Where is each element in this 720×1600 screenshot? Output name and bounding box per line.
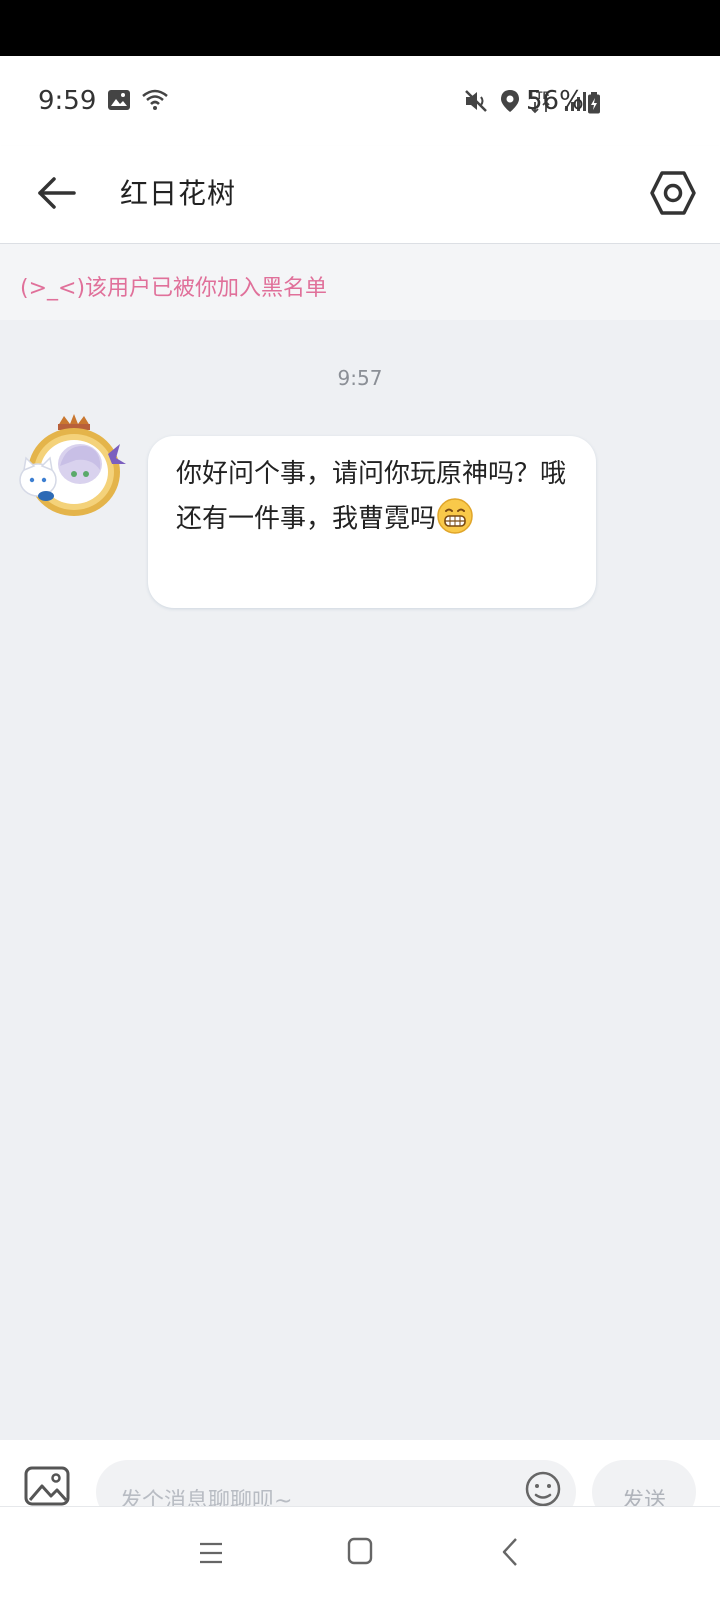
chat-title: 红日花树 — [120, 177, 237, 210]
status-time: 9:59 — [38, 86, 97, 116]
message-composer: 发送 — [0, 1440, 720, 1506]
message-bubble[interactable]: 你好问个事，请问你玩原神吗？哦还有一件事，我曹霓吗 — [148, 436, 596, 608]
back-icon[interactable] — [500, 1537, 520, 1567]
blacklist-notice: (>_<)该用户已被你加入黑名单 — [20, 276, 328, 301]
battery-percent: 56% — [526, 86, 584, 116]
arrow-left-icon[interactable] — [34, 170, 80, 216]
battery-icon — [588, 92, 600, 114]
status-left-icons — [107, 88, 169, 112]
image-icon — [108, 90, 130, 110]
status-bar: 9:59 LTE 56% — [0, 56, 720, 146]
home-icon[interactable] — [347, 1537, 373, 1565]
message-timestamp: 9:57 — [337, 366, 383, 390]
recents-icon[interactable] — [198, 1541, 224, 1565]
message-input[interactable] — [96, 1460, 576, 1506]
message-content: 你好问个事，请问你玩原神吗？哦还有一件事，我曹霓吗 — [176, 452, 568, 542]
grinning-face-emoji — [437, 498, 473, 534]
camera-cutout-bar — [0, 0, 720, 56]
chat-header: 红日花树 — [0, 146, 720, 244]
send-button[interactable]: 发送 — [592, 1460, 696, 1506]
smiley-icon[interactable] — [524, 1470, 562, 1506]
wifi-icon — [142, 89, 168, 110]
system-nav-bar — [0, 1506, 720, 1600]
chat-area[interactable]: 9:57 你好问个事，请问你玩原神吗？哦还有一件事，我曹霓吗 — [0, 320, 720, 1440]
location-icon — [501, 90, 519, 112]
hexagon-settings-icon[interactable] — [650, 168, 696, 218]
image-picker-icon[interactable] — [24, 1466, 70, 1506]
message-text: 你好问个事，请问你玩原神吗？哦还有一件事，我曹霓吗 — [176, 459, 567, 534]
avatar[interactable] — [16, 414, 132, 522]
blacklist-banner: (>_<)该用户已被你加入黑名单 — [0, 244, 720, 320]
mute-icon — [465, 90, 487, 112]
